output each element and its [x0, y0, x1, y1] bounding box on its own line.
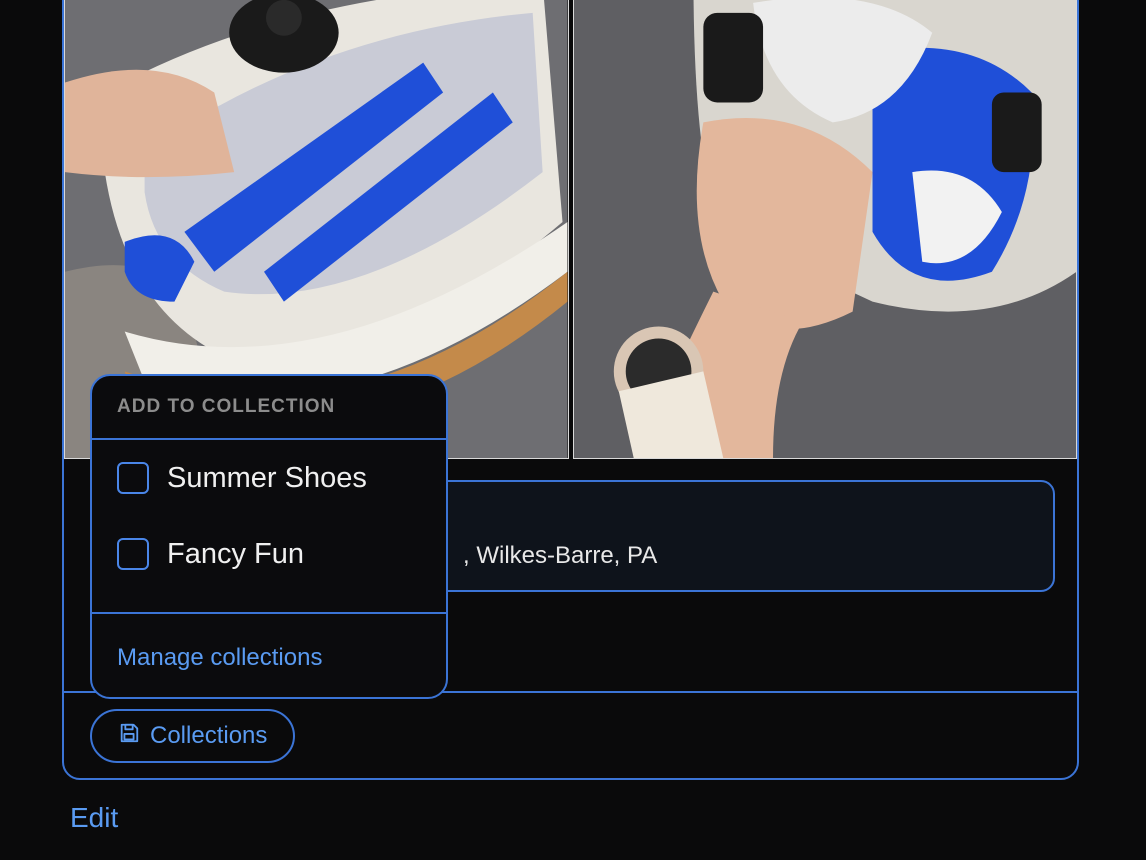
checkbox-fancy-fun[interactable] [117, 538, 149, 570]
manage-collections-link[interactable]: Manage collections [117, 644, 322, 671]
checkbox-summer-shoes[interactable] [117, 462, 149, 494]
photo-shoe-top[interactable] [572, 0, 1077, 459]
add-to-collection-popover: ADD TO COLLECTION Summer Shoes Fancy Fun… [90, 374, 448, 699]
collections-button[interactable]: Collections [90, 709, 296, 763]
popover-footer: Manage collections [92, 612, 446, 672]
edit-link[interactable]: Edit [70, 802, 118, 834]
collection-option-label: Fancy Fun [167, 537, 304, 570]
save-icon [118, 722, 140, 751]
collection-option-summer-shoes[interactable]: Summer Shoes [92, 440, 446, 516]
collections-button-label: Collections [150, 722, 268, 749]
collection-option-fancy-fun[interactable]: Fancy Fun [92, 516, 446, 592]
collection-option-label: Summer Shoes [167, 461, 367, 494]
popover-heading: ADD TO COLLECTION [92, 376, 446, 440]
location-text: , Wilkes-Barre, PA [463, 542, 658, 569]
